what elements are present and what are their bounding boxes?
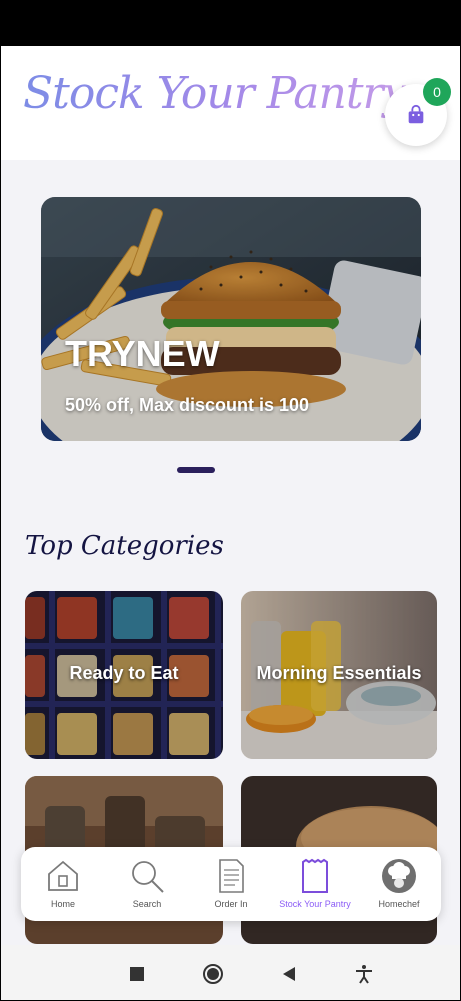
category-card-morning-essentials[interactable]: Morning Essentials [241,591,437,759]
page-title: Stock Your Pantry [23,68,407,119]
nav-label: Search [132,899,162,909]
system-navigation-bar [1,945,460,1000]
promo-banner[interactable]: TRYNEW 50% off, Max discount is 100 [41,197,421,441]
section-title: Top Categories [25,531,224,561]
search-icon [132,861,164,893]
nav-item-home[interactable]: Home [21,847,105,921]
nav-item-stock-your-pantry[interactable]: Stock Your Pantry [273,847,357,921]
shopping-bag-icon [408,104,424,124]
banner-subtitle: 50% off, Max discount is 100 [65,395,310,415]
category-label: Ready to Eat [69,663,179,683]
carousel-indicator[interactable] [177,467,215,473]
back-icon[interactable] [281,966,297,982]
category-label: Morning Essentials [256,663,422,683]
document-icon [219,859,244,893]
nav-item-search[interactable]: Search [105,847,189,921]
nav-label: Home [50,899,75,909]
recents-icon[interactable] [129,966,145,982]
bottom-navigation: Home Search Order In Stock Your Pantry H… [21,847,441,921]
status-bar [1,1,460,46]
nav-item-order-in[interactable]: Order In [189,847,273,921]
chef-icon [382,859,416,893]
accessibility-icon[interactable] [354,964,374,984]
nav-item-homechef[interactable]: Homechef [357,847,441,921]
app-screen: Stock Your Pantry 0 TRYNEW 50% off, Max … [0,0,461,1001]
nav-label: Stock Your Pantry [279,899,351,909]
nav-label: Order In [214,899,248,909]
nav-label: Homechef [378,899,420,909]
banner-title: TRYNEW [65,333,220,374]
receipt-icon [302,858,328,893]
home-icon [48,860,78,891]
cart-count-badge: 0 [423,78,451,106]
header: Stock Your Pantry 0 [1,46,460,160]
category-card-ready-to-eat[interactable]: Ready to Eat [25,591,223,759]
home-button-icon[interactable] [202,963,224,985]
